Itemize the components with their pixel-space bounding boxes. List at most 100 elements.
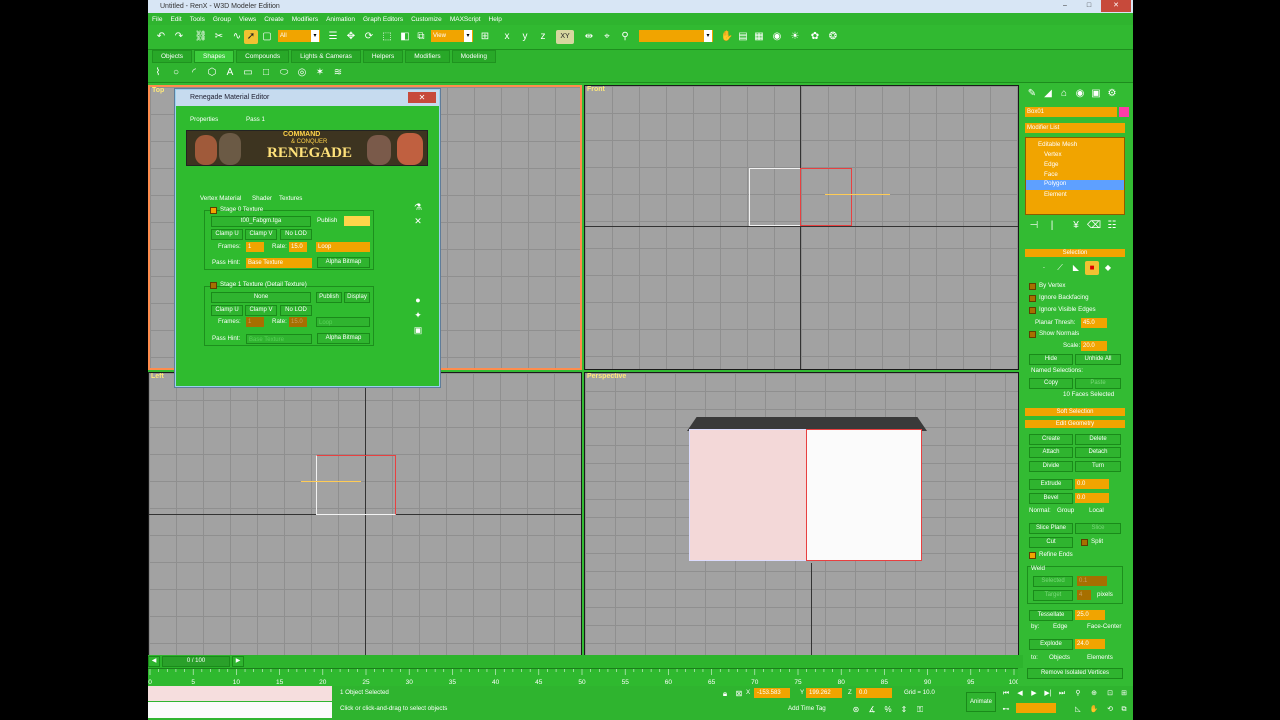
tab-modifiers[interactable]: Modifiers (405, 50, 450, 63)
stage0-texture-button[interactable]: t00_Fabgm.tga (211, 216, 311, 227)
z-coord-field[interactable]: 0.0 (856, 688, 892, 698)
maximize-button[interactable]: □ (1079, 0, 1099, 12)
stage0-no-lod-button[interactable]: No LOD (280, 229, 312, 240)
edge-mode-icon[interactable]: ⟋ (1053, 261, 1067, 275)
configure-sets-icon[interactable]: ☷ (1105, 219, 1119, 233)
bevel-input[interactable]: 0.0 (1075, 493, 1109, 503)
stage0-clamp-v-button[interactable]: Clamp V (245, 229, 277, 240)
tab-modeling[interactable]: Modeling (451, 50, 496, 63)
add-time-tag-button[interactable]: Add Time Tag (788, 705, 826, 712)
schematic-view-icon[interactable]: ▦ (752, 30, 766, 44)
remove-texture-icon[interactable]: ✕ (412, 214, 424, 226)
menu-create[interactable]: Create (264, 16, 284, 23)
stack-item-polygon[interactable]: Polygon (1026, 180, 1124, 190)
weld-selected-button[interactable]: Selected (1033, 576, 1073, 587)
attach-button[interactable]: Attach (1029, 447, 1073, 458)
menu-modifiers[interactable]: Modifiers (292, 16, 318, 23)
remove-isolated-vertices-button[interactable]: Remove Isolated Vertices (1027, 668, 1123, 679)
x-coord-field[interactable]: -153.583 (754, 688, 790, 698)
restrict-x-icon[interactable]: x (500, 30, 514, 44)
previous-key-icon[interactable]: ◀ (1014, 687, 1026, 699)
render-type-icon[interactable]: ✿ (808, 30, 822, 44)
tab-shapes[interactable]: Shapes (194, 50, 235, 63)
next-key-icon[interactable]: ▶| (1042, 687, 1054, 699)
by-vertex-checkbox[interactable] (1029, 283, 1036, 290)
field-of-view-icon[interactable]: ◺ (1072, 703, 1084, 715)
make-unique-icon[interactable]: ¥ (1069, 219, 1083, 233)
detach-button[interactable]: Detach (1075, 447, 1121, 458)
tab-helpers[interactable]: Helpers (362, 50, 404, 63)
viewport-perspective[interactable]: Perspective (584, 372, 1019, 656)
modify-panel-icon[interactable]: ◢ (1041, 87, 1055, 101)
link-icon[interactable]: ⛓ (194, 30, 208, 44)
texture-list-icon[interactable]: ▣ (412, 323, 424, 335)
select-by-name-icon[interactable]: ☰ (326, 30, 340, 44)
stage1-pass-hint-dropdown[interactable]: Base Texture (246, 334, 312, 344)
restrict-z-icon[interactable]: z (536, 30, 550, 44)
absolute-mode-icon[interactable]: ⊠ (734, 687, 744, 698)
delete-button[interactable]: Delete (1075, 434, 1121, 445)
weld-selected-input[interactable]: 0.1 (1077, 576, 1107, 586)
element-mode-icon[interactable]: ◆ (1101, 261, 1115, 275)
quick-render-icon[interactable]: ☀ (788, 30, 802, 44)
viewport-left[interactable]: Left (148, 372, 582, 656)
menu-group[interactable]: Group (213, 16, 231, 23)
viewport-front[interactable]: Front (584, 85, 1019, 370)
redo-icon[interactable]: ↷ (172, 30, 186, 44)
tessellate-tension-input[interactable]: 25.0 (1075, 610, 1105, 620)
stage0-alpha-bitmap-button[interactable]: Alpha Bitmap (317, 257, 370, 268)
menu-animation[interactable]: Animation (326, 16, 355, 23)
tab-pass-1[interactable]: Pass 1 (246, 116, 265, 123)
soft-selection-rollout-header[interactable]: Soft Selection (1025, 408, 1125, 416)
stack-item-editable-mesh[interactable]: Editable Mesh (1038, 141, 1077, 148)
scale-input[interactable]: 20.0 (1081, 341, 1107, 351)
create-button[interactable]: Create (1029, 434, 1073, 445)
track-view-icon[interactable]: ▤ (736, 30, 750, 44)
object-color-swatch[interactable] (1119, 107, 1129, 117)
show-end-result-icon[interactable]: | (1045, 219, 1059, 233)
copy-button[interactable]: Copy (1029, 378, 1073, 389)
stack-item-edge[interactable]: Edge (1044, 161, 1058, 168)
animate-button[interactable]: Animate (966, 692, 996, 712)
previous-frame-icon[interactable]: ◀ (148, 656, 160, 667)
render-scene-icon[interactable]: ◉ (770, 30, 784, 44)
menu-views[interactable]: Views (239, 16, 256, 23)
lock-selection-icon[interactable]: 🔒︎ (720, 687, 730, 698)
menu-maxscript[interactable]: MAXScript (450, 16, 481, 23)
maxscript-listener[interactable] (148, 686, 332, 701)
menu-help[interactable]: Help (489, 16, 502, 23)
selection-filter-dropdown[interactable]: All (278, 30, 320, 42)
refine-ends-checkbox[interactable] (1029, 552, 1036, 559)
restrict-xy-icon[interactable]: XY (556, 30, 574, 44)
split-checkbox[interactable] (1081, 539, 1088, 546)
zoom-extents-all-icon[interactable]: ⊞ (1118, 687, 1130, 699)
dialog-title-bar[interactable]: Renegade Material Editor ✕ (176, 90, 439, 106)
stack-item-face[interactable]: Face (1044, 171, 1058, 178)
viewport-label[interactable]: Left (151, 373, 164, 380)
snap-icon[interactable]: ⚲ (618, 30, 632, 44)
snap-toggle-icon[interactable]: ⊛ (850, 703, 862, 715)
go-to-end-icon[interactable]: ⏭ (1056, 687, 1068, 699)
stage1-alpha-bitmap-button[interactable]: Alpha Bitmap (317, 333, 370, 344)
minimize-button[interactable]: – (1055, 0, 1075, 12)
pan-icon[interactable]: ✋ (1088, 703, 1100, 715)
elements-radio-label[interactable]: Elements (1087, 654, 1113, 661)
tab-lights-cameras[interactable]: Lights & Cameras (291, 50, 361, 63)
close-button[interactable]: ✕ (1101, 0, 1131, 12)
extrude-button[interactable]: Extrude (1029, 479, 1073, 490)
face-center-radio-label[interactable]: Face-Center (1087, 623, 1121, 630)
stage0-rate-input[interactable]: 15.0 (289, 242, 307, 252)
undo-icon[interactable]: ↶ (154, 30, 168, 44)
y-coord-field[interactable]: 199.262 (806, 688, 842, 698)
mirror-icon[interactable]: ⧉ (414, 30, 428, 44)
stage0-publish-swatch[interactable] (344, 216, 370, 226)
arc-shape-icon[interactable]: ◜ (187, 66, 201, 80)
reference-coordinate-dropdown[interactable]: View (431, 30, 473, 42)
edit-geometry-rollout-header[interactable]: Edit Geometry (1025, 420, 1125, 428)
stack-item-element[interactable]: Element (1044, 191, 1067, 198)
explode-button[interactable]: Explode (1029, 639, 1073, 650)
select-object-icon[interactable]: ➚ (244, 30, 258, 44)
hierarchy-panel-icon[interactable]: ⌂ (1057, 87, 1071, 101)
section-shape-icon[interactable]: ▭ (241, 66, 255, 80)
stage1-publish-button[interactable]: Publish (316, 292, 342, 303)
